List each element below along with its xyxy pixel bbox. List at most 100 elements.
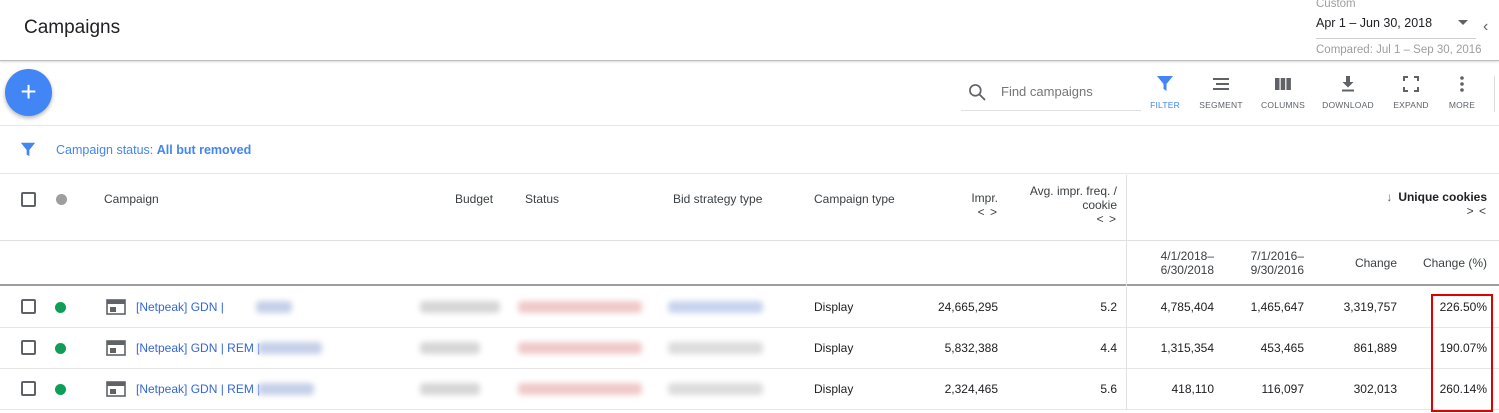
more-button[interactable]: MORE	[1434, 74, 1490, 116]
unique-cookies-compared-cell: 453,465	[1260, 341, 1304, 355]
more-vert-icon	[1460, 76, 1464, 92]
campaign-link[interactable]: [Netpeak] GDN | REM |	[136, 341, 260, 355]
columns-icon	[1275, 78, 1291, 90]
table-row[interactable]: [Netpeak] GDN | REM | Display 5,832,388 …	[0, 328, 1499, 369]
columns-button[interactable]: COLUMNS	[1255, 74, 1311, 116]
download-button[interactable]: DOWNLOAD	[1320, 74, 1376, 116]
column-divider	[1126, 175, 1127, 286]
redacted-text	[258, 342, 322, 354]
header-bid-strategy[interactable]: Bid strategy type	[673, 192, 762, 206]
unique-cookies-compared-cell: 1,465,647	[1250, 300, 1304, 314]
expand-button[interactable]: EXPAND	[1383, 74, 1439, 116]
select-all-checkbox[interactable]	[21, 192, 36, 207]
campaign-status-filter[interactable]: Campaign status: All but removed	[56, 143, 251, 157]
redacted-bid-strategy	[668, 301, 763, 313]
change-cell: 3,319,757	[1343, 300, 1397, 314]
table-row[interactable]: [Netpeak] GDN | Display 24,665,295 5.2 4…	[0, 287, 1499, 328]
expand-icon	[1403, 76, 1419, 92]
filter-label: FILTER	[1150, 100, 1180, 110]
status-enabled-dot[interactable]	[55, 302, 66, 313]
impr-cell: 5,832,388	[944, 341, 998, 355]
impr-cell: 24,665,295	[937, 300, 998, 314]
toolbar: + FILTER SEGMENT COLUMNS	[0, 61, 1499, 126]
sort-arrow-down-icon[interactable]: ↓	[1386, 190, 1392, 204]
display-campaign-icon	[106, 381, 126, 397]
row-checkbox[interactable]	[21, 299, 36, 314]
caret-down-icon[interactable]	[1458, 20, 1468, 25]
search-icon	[969, 84, 986, 101]
header-change-pct[interactable]: Change (%)	[1405, 256, 1487, 270]
columns-label: COLUMNS	[1261, 100, 1305, 110]
highlight-box	[1431, 294, 1493, 412]
table-header: Campaign Budget Status Bid strategy type…	[0, 175, 1499, 286]
header-impr[interactable]: Impr. < >	[940, 191, 998, 219]
compared-range: Compared: Jul 1 – Sep 30, 2016	[1316, 44, 1482, 56]
header-campaign[interactable]: Campaign	[104, 192, 159, 206]
header-avg-freq-line1: Avg. impr. freq. /	[1029, 184, 1117, 198]
header-unique-cookies[interactable]: ↓ Unique cookies > <	[1330, 190, 1487, 218]
campaign-type-cell: Display	[814, 382, 854, 396]
segment-button[interactable]: SEGMENT	[1193, 74, 1249, 116]
display-campaign-icon	[106, 299, 126, 315]
redacted-status	[518, 301, 642, 313]
redacted-text	[258, 383, 314, 395]
chevron-left-icon[interactable]: ‹	[1483, 18, 1488, 36]
redacted-text	[256, 301, 292, 313]
redacted-status	[518, 383, 642, 395]
campaign-type-cell: Display	[814, 341, 854, 355]
unique-cookies-current-cell: 4,785,404	[1160, 300, 1214, 314]
unique-cookies-current-cell: 1,315,354	[1160, 341, 1214, 355]
header-change[interactable]: Change	[1320, 256, 1397, 270]
segment-icon	[1213, 78, 1229, 90]
header-status[interactable]: Status	[525, 192, 559, 206]
status-enabled-dot[interactable]	[55, 343, 66, 354]
header-period-compared[interactable]: 7/1/2016– 9/30/2016	[1230, 249, 1304, 277]
row-checkbox[interactable]	[21, 340, 36, 355]
header-period-current[interactable]: 4/1/2018– 6/30/2018	[1140, 249, 1214, 277]
segment-label: SEGMENT	[1199, 100, 1243, 110]
status-enabled-dot[interactable]	[55, 384, 66, 395]
row-checkbox[interactable]	[21, 381, 36, 396]
filter-button[interactable]: FILTER	[1137, 74, 1193, 116]
status-header-dot	[56, 194, 67, 205]
add-campaign-button[interactable]: +	[5, 69, 52, 116]
redacted-bid-strategy	[668, 383, 763, 395]
redacted-budget	[420, 301, 500, 313]
filter-label: Campaign status:	[56, 143, 154, 157]
filter-value: All but removed	[156, 143, 252, 157]
date-range-type: Custom	[1316, 0, 1356, 10]
expand-column-icon[interactable]: < >	[940, 205, 998, 219]
search-box[interactable]	[961, 76, 1141, 111]
search-input[interactable]	[1001, 84, 1136, 99]
header-period-current-line2: 6/30/2018	[1160, 263, 1214, 277]
header-budget[interactable]: Budget	[455, 192, 493, 206]
impr-cell: 2,324,465	[944, 382, 998, 396]
campaign-link[interactable]: [Netpeak] GDN |	[136, 300, 224, 314]
header-period-compared-line1: 7/1/2016–	[1250, 249, 1304, 263]
redacted-status	[518, 342, 642, 354]
redacted-bid-strategy	[668, 342, 763, 354]
filter-icon	[1157, 76, 1173, 91]
download-label: DOWNLOAD	[1322, 100, 1374, 110]
column-divider	[1126, 369, 1127, 410]
header-impr-label: Impr.	[971, 191, 998, 205]
header-divider	[0, 240, 1499, 241]
header-campaign-type[interactable]: Campaign type	[814, 192, 895, 206]
table-row[interactable]: [Netpeak] GDN | REM | Display 2,324,465 …	[0, 369, 1499, 410]
collapse-column-icon[interactable]: > <	[1330, 204, 1487, 218]
avg-freq-cell: 4.4	[1100, 341, 1117, 355]
header-period-current-line1: 4/1/2018–	[1160, 249, 1214, 263]
unique-cookies-current-cell: 418,110	[1171, 382, 1215, 396]
header-unique-cookies-label: Unique cookies	[1398, 190, 1487, 204]
expand-column-icon[interactable]: < >	[1010, 212, 1117, 226]
filter-icon[interactable]	[19, 141, 37, 159]
display-campaign-icon	[106, 340, 126, 356]
redacted-budget	[420, 383, 480, 395]
header-avg-freq[interactable]: Avg. impr. freq. / cookie < >	[1010, 184, 1117, 226]
header-avg-freq-line2: cookie	[1082, 198, 1117, 212]
column-divider	[1126, 328, 1127, 369]
avg-freq-cell: 5.2	[1100, 300, 1117, 314]
change-cell: 302,013	[1353, 382, 1397, 396]
campaign-link[interactable]: [Netpeak] GDN | REM |	[136, 382, 260, 396]
date-range-value[interactable]: Apr 1 – Jun 30, 2018	[1316, 16, 1432, 30]
